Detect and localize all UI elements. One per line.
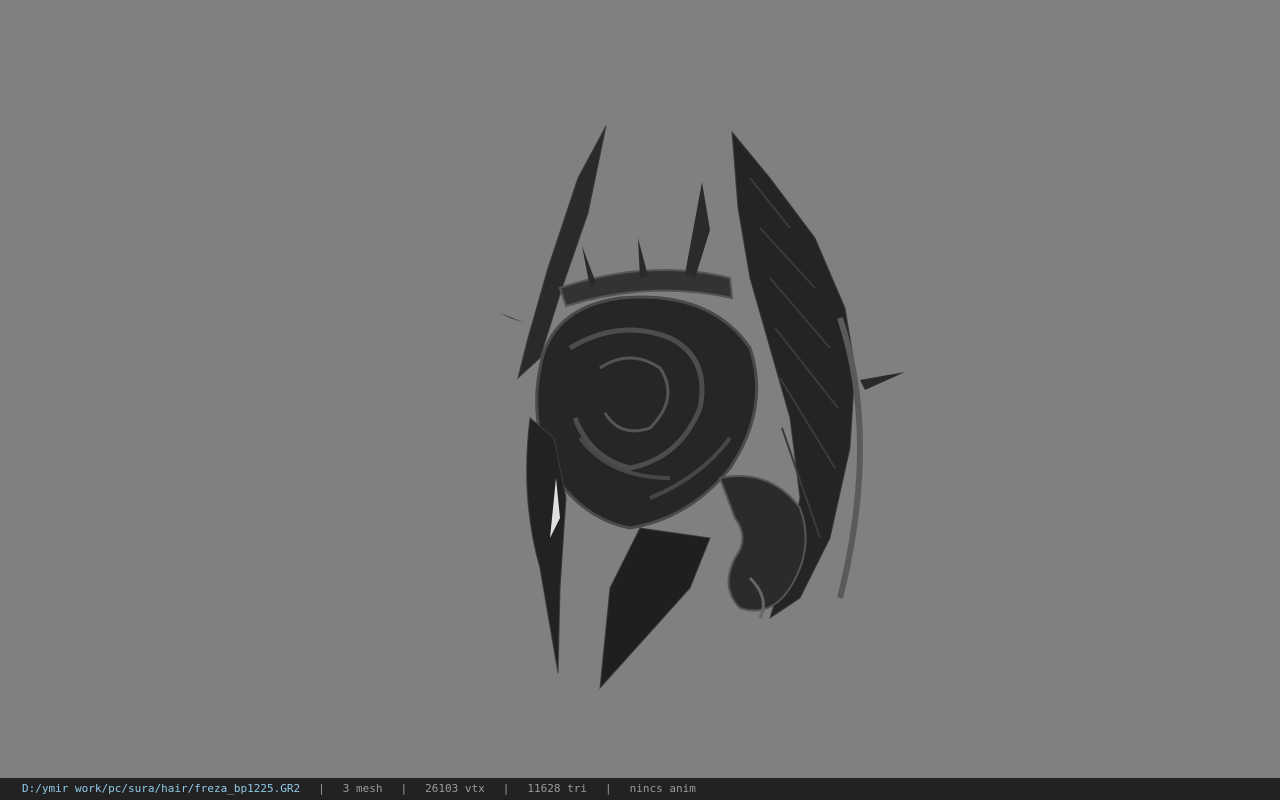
vertex-count-label: 26103 vtx (425, 782, 485, 795)
status-separator: | (605, 782, 612, 795)
status-bar: D:/ymir work/pc/sura/hair/freza_bp1225.G… (0, 778, 1280, 800)
status-separator: | (400, 782, 408, 795)
animation-status-label: nincs anim (629, 782, 696, 795)
status-separator: | (502, 782, 510, 795)
triangle-count-label: 11628 tri (527, 782, 587, 795)
dark-helmet-model[interactable] (470, 118, 920, 698)
side-spike (860, 372, 905, 390)
crown-spike (500, 313, 525, 323)
mesh-count-label: 3 mesh (342, 782, 383, 795)
status-separator: | (318, 782, 325, 795)
lower-blade (599, 527, 711, 690)
crown-spike (685, 182, 710, 278)
model-viewport[interactable] (0, 0, 1280, 778)
file-path-label: D:/ymir work/pc/sura/hair/freza_bp1225.G… (22, 782, 301, 795)
